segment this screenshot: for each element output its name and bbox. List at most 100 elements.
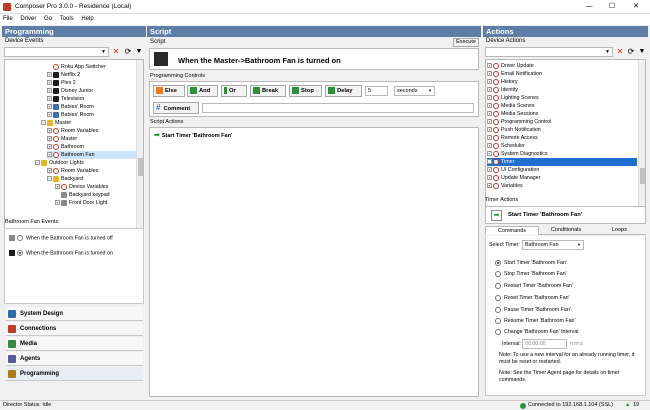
action-tree-item[interactable]: + Programming Control [487, 118, 637, 126]
delay-button[interactable]: Delay [325, 85, 362, 97]
radio-icon[interactable] [495, 270, 501, 277]
radio-icon[interactable] [495, 317, 501, 324]
tree-item[interactable]: + Bathroom [47, 143, 84, 151]
action-tree-item[interactable]: + Media Sessions [487, 110, 637, 118]
nav-agents[interactable]: Agents [6, 352, 143, 366]
tree-item[interactable]: + Television [47, 95, 84, 103]
expand-icon[interactable]: + [487, 175, 492, 181]
option-change-interval[interactable]: Change 'Bathroom Fan' Interval [495, 328, 578, 336]
expand-icon[interactable]: + [487, 71, 492, 77]
chevron-down-icon[interactable]: ▼ [577, 241, 581, 249]
menu-tools[interactable]: Tools [57, 14, 77, 22]
collapse-icon[interactable]: − [41, 120, 46, 126]
collapse-icon[interactable]: − [35, 160, 40, 166]
action-tree-item[interactable]: + Update Manager [487, 174, 637, 182]
tree-item[interactable]: − Master [41, 119, 71, 127]
option-start-timer[interactable]: Start Timer 'Bathroom Fan' [495, 259, 567, 267]
expand-icon[interactable]: + [47, 168, 52, 174]
expand-icon[interactable]: + [487, 135, 492, 141]
or-button[interactable]: Or [221, 85, 247, 97]
expand-icon[interactable]: + [487, 167, 492, 173]
radio-icon[interactable] [495, 259, 501, 266]
expand-icon[interactable]: + [487, 95, 492, 101]
else-button[interactable]: Else [153, 85, 185, 97]
script-action-item[interactable]: ➡ Start Timer 'Bathroom Fan' [154, 131, 232, 139]
action-tree-item[interactable]: + Driver Update [487, 62, 637, 70]
device-search-input[interactable]: ▼ [4, 47, 109, 57]
action-tree-item[interactable]: + Media Scenes [487, 102, 637, 110]
option-restart-timer[interactable]: Restart Timer 'Bathroom Fan' [495, 282, 573, 290]
expand-icon[interactable]: + [487, 151, 492, 157]
event-option-off[interactable]: When the Bathroom Fan is turned off [9, 235, 113, 241]
expand-icon[interactable]: + [487, 119, 492, 125]
action-tree-item[interactable]: + Variables [487, 182, 637, 190]
expand-icon[interactable]: + [487, 79, 492, 85]
expand-icon[interactable]: + [47, 112, 52, 118]
collapse-icon[interactable]: − [47, 176, 52, 182]
expand-icon[interactable]: + [487, 103, 492, 109]
action-tree-item[interactable]: + Scheduler [487, 142, 637, 150]
filter-icon[interactable]: ▼ [637, 47, 647, 57]
expand-icon[interactable]: + [55, 200, 60, 206]
expand-icon[interactable]: + [487, 159, 492, 165]
tab-commands[interactable]: Commands [485, 226, 539, 235]
action-tree-item[interactable]: + Lighting Scenes [487, 94, 637, 102]
expand-icon[interactable]: + [487, 127, 492, 133]
expand-icon[interactable]: + [47, 104, 52, 110]
action-tree-item[interactable]: + Email Notification [487, 70, 637, 78]
tree-item[interactable]: + Plex 2 [47, 79, 76, 87]
action-tree-item[interactable]: + Timer [487, 158, 637, 166]
menu-go[interactable]: Go [41, 14, 55, 22]
delay-value-input[interactable]: 5 [365, 86, 388, 96]
expand-icon[interactable]: + [55, 184, 60, 190]
refresh-icon[interactable]: ⟳ [123, 47, 133, 57]
tree-item[interactable]: + Babies' Room [47, 103, 94, 111]
tree-item[interactable]: + Room Variables [47, 167, 98, 175]
interval-input[interactable]: 00:00.00 [522, 339, 567, 349]
action-tree-item[interactable]: + System Diagnostics [487, 150, 637, 158]
tree-item-selected[interactable]: + Bathroom Fan [47, 151, 137, 159]
and-button[interactable]: And [187, 85, 218, 97]
nav-connections[interactable]: Connections [6, 322, 143, 336]
radio-icon[interactable] [17, 250, 23, 256]
comment-button[interactable]: # Comment [153, 102, 199, 114]
expand-icon[interactable]: + [487, 183, 492, 189]
tree-scrollbar[interactable] [136, 60, 143, 234]
menu-help[interactable]: Help [78, 14, 96, 22]
clear-icon[interactable]: ✕ [111, 47, 121, 57]
tree-item[interactable]: + Room Variables [47, 127, 98, 135]
expand-icon[interactable]: + [487, 111, 492, 117]
action-tree-item[interactable]: + Push Notification [487, 126, 637, 134]
chevron-down-icon[interactable]: ▼ [605, 49, 610, 55]
filter-icon[interactable]: ▼ [134, 47, 144, 57]
expand-icon[interactable]: + [47, 96, 52, 102]
tree-item[interactable]: + Disney Junior [47, 87, 93, 95]
tree-item[interactable]: − Outdoor Lights [35, 159, 84, 167]
expand-icon[interactable]: + [47, 128, 52, 134]
radio-icon[interactable] [495, 282, 501, 289]
expand-icon[interactable]: + [47, 80, 52, 86]
select-timer-dropdown[interactable]: Bathroom Fan ▼ [522, 240, 584, 250]
close-button[interactable]: ✕ [625, 1, 647, 12]
expand-icon[interactable]: + [47, 72, 52, 78]
tree-item[interactable]: − Backyard [47, 175, 83, 183]
expand-icon[interactable]: + [47, 88, 52, 94]
action-tree-item[interactable]: + UI Configuration [487, 166, 637, 174]
radio-icon[interactable] [17, 235, 23, 241]
tree-item[interactable]: + Master [47, 135, 77, 143]
execute-button[interactable]: Execute [453, 38, 479, 47]
menu-file[interactable]: File [0, 14, 16, 22]
update-icon[interactable]: ▲ [625, 401, 630, 410]
expand-icon[interactable]: + [47, 136, 52, 142]
expand-icon[interactable]: + [487, 87, 492, 93]
action-tree-item[interactable]: + Identity [487, 86, 637, 94]
nav-system-design[interactable]: System Design [6, 307, 143, 321]
delay-unit-select[interactable]: seconds ▼ [394, 86, 435, 96]
action-search-input[interactable]: ▼ [485, 47, 613, 57]
menu-driver[interactable]: Driver [17, 14, 39, 22]
tab-conditionals[interactable]: Conditionals [539, 226, 593, 235]
option-reset-timer[interactable]: Reset Timer 'Bathroom Fan' [495, 294, 570, 302]
action-tree-item[interactable]: + Remote Access [487, 134, 637, 142]
event-option-on[interactable]: When the Bathroom Fan is turned on [9, 250, 113, 256]
expand-icon[interactable]: + [47, 152, 52, 158]
